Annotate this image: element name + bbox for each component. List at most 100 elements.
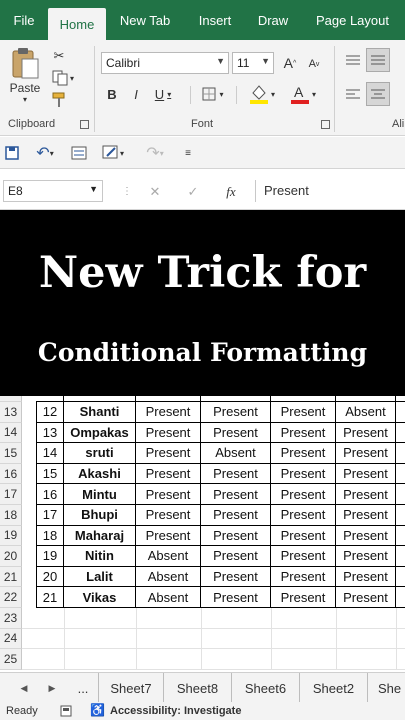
cell-attendance[interactable]: Present	[136, 422, 201, 444]
cell-attendance[interactable]: Present	[271, 587, 336, 608]
cell-serial[interactable]: 17	[36, 505, 64, 526]
cancel-entry-button[interactable]: ✕	[145, 182, 165, 202]
cell-attendance-partial[interactable]	[396, 505, 405, 526]
cell-attendance[interactable]: Present	[271, 402, 336, 423]
cell-student-name[interactable]: sruti	[64, 443, 136, 464]
tab-file[interactable]: File	[0, 0, 48, 40]
cell-attendance[interactable]: Present	[271, 443, 336, 464]
sheet-more-button[interactable]: ...	[72, 679, 94, 697]
cell-student-name[interactable]: Mintu	[64, 484, 136, 505]
cell-attendance-partial[interactable]	[396, 464, 405, 485]
cell-attendance[interactable]: Present	[201, 484, 271, 505]
cell-serial[interactable]: 14	[36, 443, 64, 464]
underline-button[interactable]: U ▾	[150, 84, 176, 104]
cell-attendance[interactable]: Present	[136, 443, 201, 464]
cell-attendance[interactable]: Present	[136, 525, 201, 547]
enter-entry-button[interactable]: ✓	[183, 182, 203, 202]
undo-button[interactable]: ↶ ▾	[30, 143, 60, 163]
cell-student-name[interactable]: Nitin	[64, 546, 136, 567]
redo-button[interactable]: ↷ ▾	[140, 143, 170, 163]
italic-button[interactable]: I	[126, 84, 146, 104]
row-header[interactable]: 21	[0, 566, 22, 588]
cell-attendance[interactable]: Absent	[136, 546, 201, 567]
draw-tool-button[interactable]: ▾	[96, 143, 130, 163]
cell-attendance[interactable]: Present	[271, 505, 336, 526]
align-left-button[interactable]	[343, 84, 363, 104]
align-center-button[interactable]	[366, 82, 390, 106]
cell-attendance[interactable]: Present	[336, 525, 396, 547]
cell-attendance[interactable]: Present	[271, 546, 336, 567]
font-size-combo[interactable]: 11 ▼	[232, 52, 274, 74]
cell-attendance[interactable]: Present	[136, 402, 201, 423]
cell-attendance[interactable]: Present	[201, 505, 271, 526]
cell-attendance[interactable]: Absent	[336, 402, 396, 423]
format-painter-button[interactable]	[48, 90, 70, 110]
font-name-combo[interactable]: Calibri ▼	[101, 52, 229, 74]
cell-student-name[interactable]: Lalit	[64, 566, 136, 588]
cell-attendance[interactable]: Present	[201, 402, 271, 423]
cell-serial[interactable]: 13	[36, 422, 64, 444]
cell-attendance-partial[interactable]	[396, 443, 405, 464]
insert-function-button[interactable]: fx	[220, 182, 242, 202]
save-button[interactable]	[3, 143, 21, 163]
cell-student-name[interactable]: Akashi	[64, 463, 136, 485]
form-button[interactable]	[68, 143, 90, 163]
cell-student-name[interactable]: Ompakas	[64, 422, 136, 444]
sheet-tab-sheet6[interactable]: Sheet6	[232, 673, 300, 703]
cell-serial[interactable]: 16	[36, 484, 64, 505]
cell-serial[interactable]: 18	[36, 525, 64, 547]
cell-attendance[interactable]: Present	[271, 525, 336, 547]
row-header[interactable]: 17	[0, 484, 22, 505]
row-header[interactable]: 25	[0, 649, 22, 670]
align-top-button[interactable]	[343, 50, 363, 70]
customize-qat-button[interactable]: ≡	[180, 143, 196, 163]
tab-home[interactable]: Home	[48, 8, 106, 40]
sheet-tab-partial[interactable]: She	[368, 673, 405, 703]
row-header[interactable]: 23	[0, 608, 22, 629]
row-header[interactable]: 22	[0, 587, 22, 608]
cell-attendance[interactable]: Present	[271, 484, 336, 505]
cell-attendance[interactable]: Present	[271, 566, 336, 588]
bold-button[interactable]: B	[102, 84, 122, 104]
cell-student-name[interactable]: Vikas	[64, 587, 136, 608]
font-dialog-launcher[interactable]	[321, 120, 330, 129]
cell-attendance[interactable]: Present	[136, 484, 201, 505]
name-box[interactable]: E8 ▼	[3, 180, 103, 202]
row-header[interactable]: 14	[0, 422, 22, 444]
accessibility-status[interactable]: Accessibility: Investigate	[110, 705, 241, 717]
cell-attendance[interactable]: Present	[336, 505, 396, 526]
fill-color-button[interactable]: ▾	[245, 82, 279, 106]
cell-attendance[interactable]: Present	[336, 463, 396, 485]
cell-student-name[interactable]: Shanti	[64, 402, 136, 423]
tab-page-layout[interactable]: Page Layout	[300, 0, 405, 40]
cell-attendance-partial[interactable]	[396, 484, 405, 505]
row-header[interactable]: 19	[0, 525, 22, 547]
cell-serial[interactable]: 19	[36, 546, 64, 567]
cell-attendance-partial[interactable]	[396, 402, 405, 423]
macro-record-icon[interactable]	[60, 705, 72, 717]
cell-attendance-partial[interactable]	[396, 587, 405, 608]
align-middle-button[interactable]	[366, 48, 390, 72]
cell-attendance[interactable]: Present	[201, 525, 271, 547]
sheet-tab-sheet8[interactable]: Sheet8	[164, 673, 232, 703]
row-header[interactable]: 20	[0, 546, 22, 567]
cell-attendance[interactable]: Present	[201, 422, 271, 444]
sheet-tab-sheet7[interactable]: Sheet7	[98, 673, 164, 703]
cell-attendance[interactable]: Present	[336, 484, 396, 505]
cell-attendance[interactable]: Present	[336, 422, 396, 444]
cell-serial[interactable]: 21	[36, 587, 64, 608]
formula-input[interactable]: Present	[255, 180, 403, 202]
sheet-tab-sheet2[interactable]: Sheet2	[300, 673, 368, 703]
row-header[interactable]: 13	[0, 402, 22, 423]
cell-attendance[interactable]: Present	[336, 443, 396, 464]
row-header[interactable]: 15	[0, 443, 22, 464]
borders-button[interactable]: ▾	[198, 84, 228, 104]
cell-attendance[interactable]: Present	[201, 546, 271, 567]
grow-font-button[interactable]: A ^	[280, 52, 300, 74]
cell-attendance[interactable]: Present	[336, 566, 396, 588]
cell-attendance[interactable]: Absent	[136, 566, 201, 588]
tab-draw[interactable]: Draw	[246, 0, 300, 40]
sheet-prev-button[interactable]: ◀	[16, 679, 32, 697]
shrink-font-button[interactable]: Av	[304, 54, 324, 74]
copy-button[interactable]: ▾	[48, 68, 78, 88]
